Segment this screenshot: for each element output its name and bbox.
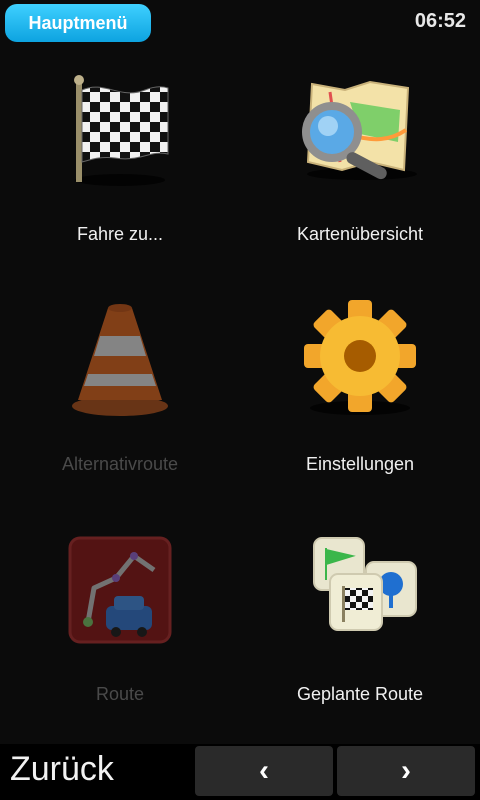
menu-item-planned-route[interactable]: Geplante Route — [240, 512, 480, 742]
top-bar: Hauptmenü 06:52 — [0, 0, 480, 48]
bottom-bar: Zurück ‹ › — [0, 744, 480, 800]
chevron-right-icon: › — [401, 754, 411, 787]
menu-item-label: Kartenübersicht — [296, 224, 424, 244]
map-magnifier-icon — [290, 62, 430, 192]
main-menu-title[interactable]: Hauptmenü — [5, 4, 151, 42]
traffic-cone-icon — [50, 296, 190, 426]
checkered-flag-icon — [50, 62, 190, 192]
menu-item-label: Einstellungen — [305, 454, 415, 474]
menu-item-label: Fahre zu... — [76, 224, 164, 244]
gear-icon — [290, 294, 430, 424]
clock: 06:52 — [414, 10, 466, 32]
menu-item-settings[interactable]: Einstellungen — [240, 282, 480, 512]
menu-item-route[interactable]: Route — [0, 512, 240, 742]
route-car-icon — [50, 530, 190, 660]
menu-item-label: Geplante Route — [296, 684, 424, 704]
menu-item-map-overview[interactable]: Kartenübersicht — [240, 52, 480, 282]
menu-item-label: Route — [95, 684, 145, 704]
next-page-button[interactable]: › — [337, 746, 475, 796]
main-menu-screen: Hauptmenü 06:52 Fahre zu... Kartenübersi… — [0, 0, 480, 800]
chevron-left-icon: ‹ — [259, 754, 269, 787]
planned-route-icon — [290, 530, 430, 660]
menu-item-label: Alternativroute — [61, 454, 179, 474]
previous-page-button[interactable]: ‹ — [195, 746, 333, 796]
back-button[interactable]: Zurück — [10, 750, 114, 789]
menu-item-drive-to[interactable]: Fahre zu... — [0, 52, 240, 282]
menu-item-alternative-route[interactable]: Alternativroute — [0, 282, 240, 512]
